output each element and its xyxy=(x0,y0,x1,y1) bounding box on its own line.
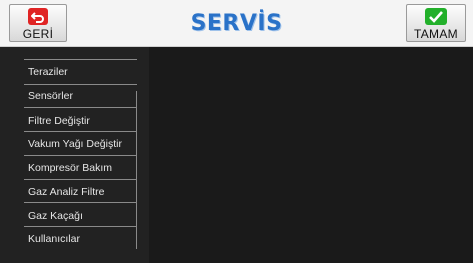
menu-divider xyxy=(24,179,137,180)
sidebar-menu: Teraziler Sensörler Filtre Değiştir Vaku… xyxy=(0,47,149,263)
sidebar-item-sensorler[interactable]: Sensörler xyxy=(24,85,137,107)
menu-edge-line xyxy=(136,91,137,107)
back-button-label: GERİ xyxy=(22,27,54,41)
menu-divider xyxy=(24,59,137,60)
sidebar-item-vakum-yagi-degistir[interactable]: Vakum Yağı Değiştir xyxy=(24,133,137,155)
checkmark-icon xyxy=(425,8,447,25)
menu-divider xyxy=(24,131,137,132)
ok-button[interactable]: TAMAM xyxy=(406,4,466,42)
ok-button-label: TAMAM xyxy=(414,27,458,41)
menu-divider xyxy=(24,226,137,227)
sidebar-item-kompresor-bakim[interactable]: Kompresör Bakım xyxy=(24,157,137,179)
menu-divider xyxy=(24,155,137,156)
page-title: SERVİS xyxy=(190,10,283,36)
sidebar-item-gaz-analiz-filtre[interactable]: Gaz Analiz Filtre xyxy=(24,181,137,203)
back-button[interactable]: GERİ xyxy=(9,4,67,42)
sidebar-item-kullanicilar[interactable]: Kullanıcılar xyxy=(24,228,137,250)
sidebar-item-teraziler[interactable]: Teraziler xyxy=(24,61,137,83)
content-area xyxy=(149,47,473,263)
menu-divider xyxy=(24,202,137,203)
sidebar-item-gaz-kacagi[interactable]: Gaz Kaçağı xyxy=(24,205,137,227)
header-bar: GERİ SERVİS TAMAM xyxy=(0,0,473,47)
sidebar-item-filtre-degistir[interactable]: Filtre Değiştir xyxy=(24,110,137,132)
return-arrow-icon xyxy=(28,8,48,25)
menu-divider xyxy=(24,107,137,108)
